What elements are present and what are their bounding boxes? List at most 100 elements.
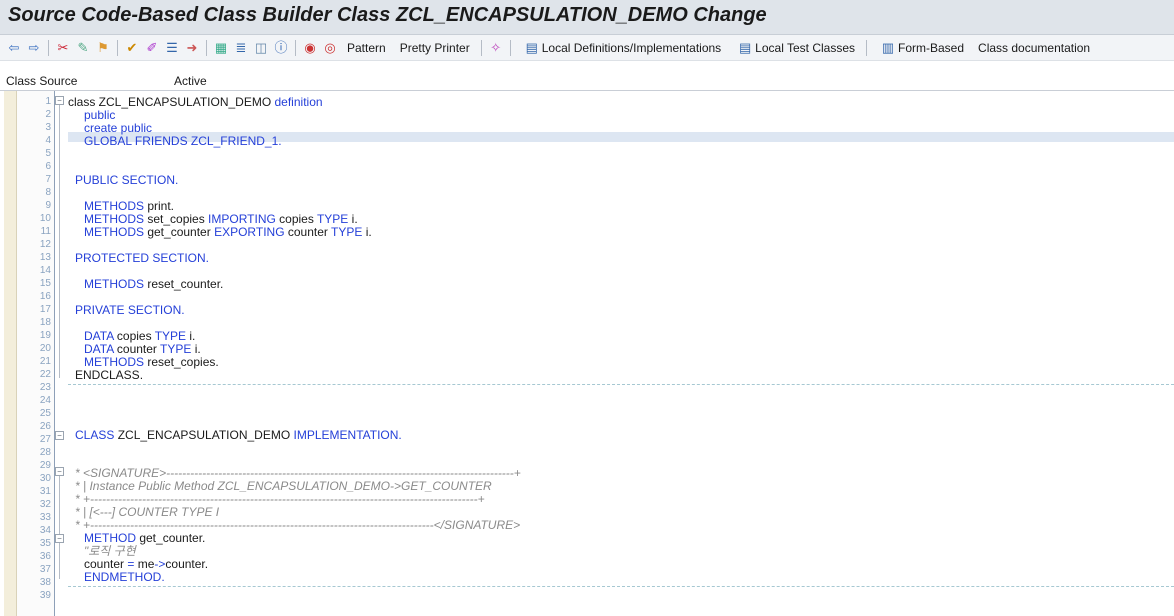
fold-toggle[interactable]: − [55, 534, 64, 543]
fold-guide [59, 469, 60, 579]
line-number: 39 [39, 590, 51, 601]
line-number: 16 [39, 291, 51, 302]
comment-line[interactable]: * | [<---] COUNTER TYPE I [75, 506, 219, 518]
keyword: METHODS [84, 355, 144, 369]
enhance-icon[interactable]: ✧ [488, 40, 504, 56]
document-list-icon: ▤ [525, 39, 538, 55]
identifier: i. [191, 342, 201, 356]
pattern-button[interactable]: Pattern [347, 41, 386, 55]
keyword: EXPORTING [214, 225, 285, 239]
display-change-icon[interactable]: ✎ [75, 40, 91, 56]
toolbar-separator [480, 39, 482, 56]
fold-toggle[interactable]: − [55, 467, 64, 476]
session-breakpoint-icon[interactable]: ◎ [322, 40, 338, 56]
code-line[interactable]: PROTECTED SECTION. [75, 252, 209, 264]
code-line[interactable]: ENDMETHOD. [84, 571, 165, 583]
back-arrow-icon[interactable]: ⇦ [6, 40, 22, 56]
line-number: 14 [39, 265, 51, 276]
line-number: 23 [39, 382, 51, 393]
line-number: 4 [45, 135, 51, 146]
where-used-icon[interactable]: ☰ [164, 40, 180, 56]
operator: -> [154, 557, 166, 571]
line-number: 27 [39, 434, 51, 445]
line-number: 10 [39, 213, 51, 224]
keyword: METHODS [84, 199, 144, 213]
editor-margin [4, 91, 17, 616]
code-line[interactable]: CLASS ZCL_ENCAPSULATION_DEMO IMPLEMENTAT… [75, 429, 402, 441]
code-line[interactable]: METHODS reset_copies. [84, 356, 219, 368]
keyword: METHODS [84, 225, 144, 239]
line-number: 32 [39, 499, 51, 510]
comment-line[interactable]: * <SIGNATURE>---------------------------… [75, 467, 521, 479]
breakpoint-icon[interactable]: ◉ [302, 40, 318, 56]
line-number: 3 [45, 122, 51, 133]
code-line[interactable]: METHODS set_copies IMPORTING copies TYPE… [84, 213, 358, 225]
line-number: 13 [39, 252, 51, 263]
identifier: ZCL_ENCAPSULATION_DEMO [114, 428, 294, 442]
code-line[interactable]: METHODS get_counter EXPORTING counter TY… [84, 226, 372, 238]
identifier: ZCL_ENCAPSULATION_DEMO [95, 95, 275, 109]
window-title: Source Code-Based Class Builder Class ZC… [8, 4, 767, 26]
line-number: 35 [39, 538, 51, 549]
line-number: 19 [39, 330, 51, 341]
form-based-button[interactable]: ▥ Form-Based [878, 40, 964, 56]
hierarchy-icon[interactable]: ▦ [213, 40, 229, 56]
check-icon[interactable]: ✔ [124, 40, 140, 56]
comment-line[interactable]: "로직 구현 [84, 545, 136, 557]
code-line[interactable]: DATA counter TYPE i. [84, 343, 201, 355]
local-definitions-button[interactable]: ▤ Local Definitions/Implementations [522, 39, 722, 56]
object-list-icon[interactable]: ≣ [233, 40, 249, 56]
code-line[interactable]: PUBLIC SECTION. [75, 174, 178, 186]
class-source-label: Class Source [6, 74, 78, 88]
fold-toggle[interactable]: − [55, 431, 64, 440]
fold-toggle[interactable]: − [55, 96, 64, 105]
code-line[interactable]: METHOD get_counter. [84, 532, 205, 544]
local-test-classes-button[interactable]: ▤ Local Test Classes [735, 40, 855, 56]
identifier: print. [144, 199, 175, 213]
code-line[interactable]: counter = me->counter. [84, 558, 208, 570]
line-number: 26 [39, 421, 51, 432]
line-number: 1 [45, 96, 51, 107]
code-line[interactable]: ENDCLASS. [75, 369, 143, 381]
pretty-printer-button[interactable]: Pretty Printer [400, 41, 470, 55]
activate-icon[interactable]: ⚑ [95, 40, 111, 56]
code-line[interactable]: PRIVATE SECTION. [75, 304, 185, 316]
code-line[interactable]: create public [84, 122, 152, 134]
keyword: TYPE [331, 225, 363, 239]
keyword: IMPORTING [208, 212, 276, 226]
line-number: 24 [39, 395, 51, 406]
local-test-classes-label: Local Test Classes [755, 40, 855, 55]
line-number: 25 [39, 408, 51, 419]
code-line[interactable]: METHODS print. [84, 200, 174, 212]
comment-line[interactable]: * | Instance Public Method ZCL_ENCAPSULA… [75, 480, 492, 492]
code-line[interactable]: METHODS reset_counter. [84, 278, 223, 290]
code-line[interactable]: public [84, 109, 115, 121]
navigate-icon[interactable]: ➜ [184, 40, 200, 56]
toolbar-separator [295, 39, 296, 56]
identifier: copies [113, 329, 155, 343]
comment-line[interactable]: * +-------------------------------------… [75, 519, 520, 531]
toolbar-separator [48, 39, 49, 56]
code-line[interactable]: class ZCL_ENCAPSULATION_DEMO definition [68, 96, 323, 108]
code-editor[interactable]: − − − − 1 2 3 4 5 6 7 8 9 10 11 12 13 14… [0, 90, 1174, 616]
line-number: 5 [45, 148, 51, 159]
identifier: counter [113, 342, 161, 356]
code-line[interactable]: GLOBAL FRIENDS ZCL_FRIEND_1. [84, 135, 282, 147]
info-icon[interactable]: ⓘ [273, 40, 289, 56]
keyword: DATA [84, 342, 114, 356]
line-number: 12 [39, 239, 51, 250]
line-number: 34 [39, 525, 51, 536]
active-status: Active [174, 74, 207, 88]
local-definitions-label: Local Definitions/Implementations [541, 40, 722, 55]
class-documentation-button[interactable]: Class documentation [978, 41, 1090, 55]
comment-line[interactable]: * +-------------------------------------… [75, 493, 485, 505]
code-line[interactable]: DATA copies TYPE i. [84, 330, 195, 342]
test-document-icon: ▤ [739, 39, 752, 55]
title-bar: Source Code-Based Class Builder Class ZC… [0, 0, 1174, 35]
other-object-icon[interactable]: ✂ [55, 40, 71, 56]
line-number: 31 [39, 486, 51, 497]
split-icon[interactable]: ◫ [253, 40, 269, 56]
pencil-icon[interactable]: ✐ [144, 40, 160, 56]
forward-arrow-icon[interactable]: ⇨ [26, 40, 42, 56]
line-number: 8 [45, 187, 51, 198]
